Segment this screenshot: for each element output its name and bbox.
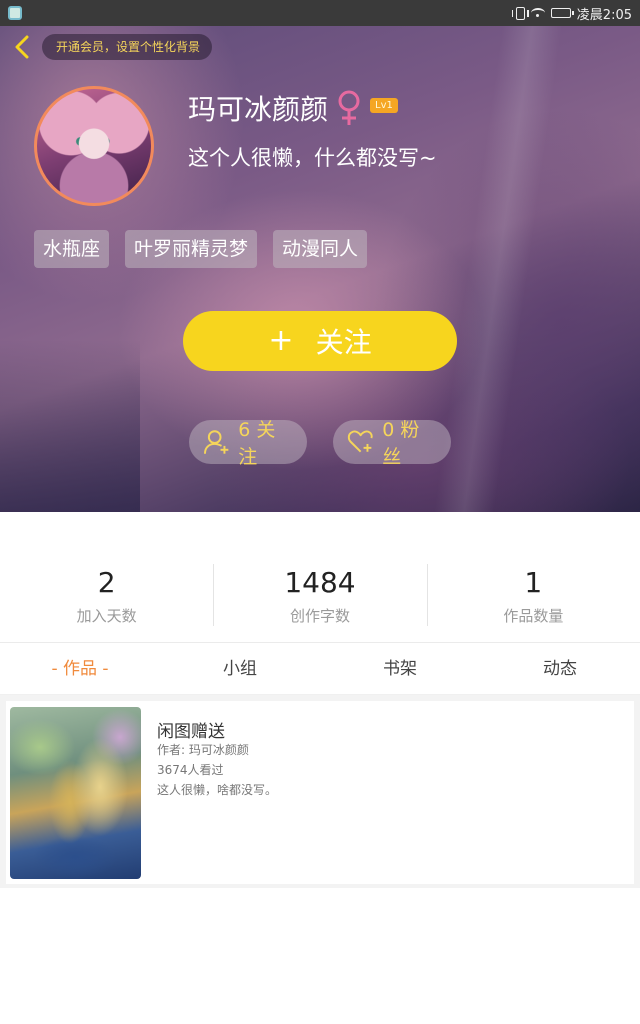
plus-icon: + xyxy=(268,323,294,358)
following-count: 6 关注 xyxy=(238,419,276,468)
tag-item[interactable]: 叶罗丽精灵梦 xyxy=(125,230,258,268)
stat-works-count: 1 作品数量 xyxy=(426,548,640,642)
fans-count: 0 粉丝 xyxy=(382,419,420,468)
user-bio: 这个人很懒，什么都没写~ xyxy=(188,146,437,170)
follow-button[interactable]: + 关注 xyxy=(183,311,457,371)
back-button[interactable] xyxy=(8,32,36,62)
stat-value: 2 xyxy=(97,566,116,599)
wifi-icon xyxy=(530,8,545,18)
status-bar-right: 凌晨2:05 xyxy=(511,4,632,23)
stat-label: 加入天数 xyxy=(76,607,137,625)
following-button[interactable]: 6 关注 xyxy=(189,419,307,468)
stat-value: 1484 xyxy=(284,566,356,599)
tab-groups[interactable]: 小组 xyxy=(160,643,320,694)
tab-bookshelf[interactable]: 书架 xyxy=(320,643,480,694)
avatar[interactable] xyxy=(34,86,154,206)
tag-item[interactable]: 水瓶座 xyxy=(34,230,110,268)
chevron-left-icon xyxy=(15,35,29,59)
work-title: 闲图赠送 xyxy=(157,722,225,742)
heart-add-icon xyxy=(347,430,373,453)
status-time: 凌晨2:05 xyxy=(576,7,632,23)
banner-light-streak xyxy=(434,0,566,512)
profile-tabs: - 作品 - 小组 书架 动态 xyxy=(0,643,640,695)
name-row: 玛可冰颜颜 Lv1 xyxy=(188,88,398,128)
battery-icon xyxy=(550,8,574,18)
work-description: 这人很懒，啥都没写。 xyxy=(157,783,278,797)
tag-list: 水瓶座 叶罗丽精灵梦 动漫同人 xyxy=(34,230,368,268)
work-views: 3674人看过 xyxy=(157,763,224,777)
vibrate-icon xyxy=(511,6,529,20)
banner-shadow xyxy=(0,340,140,512)
tag-item[interactable]: 动漫同人 xyxy=(273,230,368,268)
tab-activity[interactable]: 动态 xyxy=(480,643,640,694)
work-card[interactable]: 闲图赠送 作者: 玛可冰颜颜 3674人看过 这人很懒，啥都没写。 xyxy=(6,701,634,884)
tab-works[interactable]: - 作品 - xyxy=(0,643,160,694)
stat-label: 作品数量 xyxy=(503,607,564,625)
work-author: 作者: 玛可冰颜颜 xyxy=(157,743,249,757)
female-icon xyxy=(336,89,362,127)
stat-label: 创作字数 xyxy=(289,607,350,625)
stat-days-joined: 2 加入天数 xyxy=(0,548,213,642)
username: 玛可冰颜颜 xyxy=(188,93,329,126)
stat-word-count: 1484 创作字数 xyxy=(213,548,426,642)
work-cover-image xyxy=(10,707,141,879)
stat-value: 1 xyxy=(524,566,543,599)
status-bar: 凌晨2:05 xyxy=(0,0,640,26)
stats-row: 2 加入天数 1484 创作字数 1 作品数量 xyxy=(0,548,640,642)
app-notification-icon xyxy=(8,6,22,20)
level-badge: Lv1 xyxy=(370,98,398,113)
follow-label: 关注 xyxy=(315,326,372,359)
fans-button[interactable]: 0 粉丝 xyxy=(333,419,451,468)
vip-background-prompt[interactable]: 开通会员，设置个性化背景 xyxy=(42,34,213,60)
user-add-icon xyxy=(203,430,229,454)
